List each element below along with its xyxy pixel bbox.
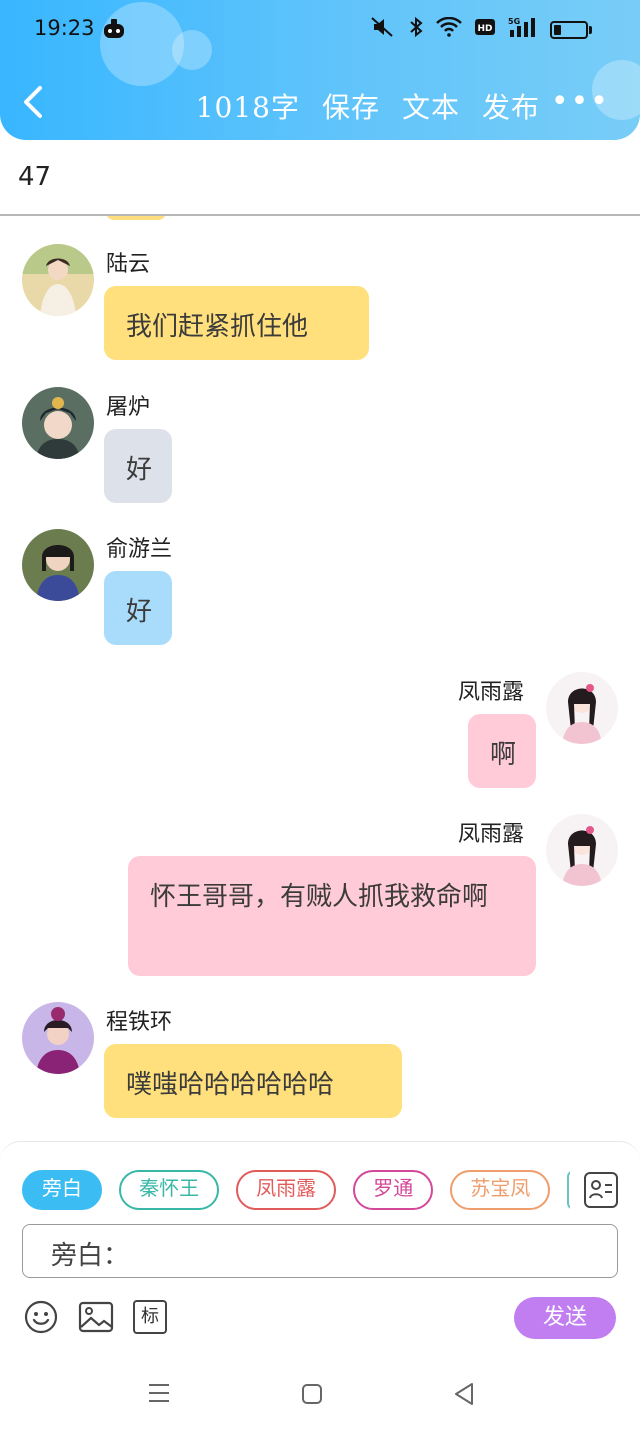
message-text: 噗嗤哈哈哈哈哈哈 — [126, 1070, 335, 1100]
menu-button[interactable] — [147, 1382, 171, 1408]
save-button[interactable]: 保存 — [322, 86, 380, 126]
sender-name: 程铁环 — [106, 1010, 173, 1035]
chapter-number: 47 — [18, 162, 52, 192]
sender-name: 俞游兰 — [106, 537, 173, 562]
avatar[interactable] — [22, 387, 94, 459]
character-portrait-icon — [546, 814, 618, 886]
image-icon — [78, 1301, 114, 1333]
role-chip-partial[interactable] — [567, 1170, 570, 1210]
character-list-button[interactable] — [584, 1172, 618, 1208]
send-button[interactable]: 发送 — [514, 1297, 616, 1339]
mute-icon — [370, 16, 396, 43]
publish-button[interactable]: 发布 — [482, 86, 540, 126]
smiley-icon — [24, 1300, 58, 1334]
message-bubble[interactable]: 噗嗤哈哈哈哈哈哈 — [104, 1044, 402, 1118]
avatar[interactable] — [546, 672, 618, 744]
more-options-button[interactable]: ••• — [551, 84, 610, 119]
message-text: 好 — [126, 455, 153, 485]
message-text: 好 — [126, 597, 153, 627]
message-text: 怀王哥哥，有贼人抓我救命啊 — [150, 882, 489, 912]
svg-text:HD: HD — [477, 24, 492, 34]
battery-icon — [550, 20, 592, 39]
chapter-title-field[interactable]: 47 — [0, 140, 640, 216]
message-text: 我们赶紧抓住他 — [126, 312, 309, 342]
wifi-icon — [436, 16, 462, 42]
app-notification-icon — [102, 18, 126, 44]
role-chip[interactable]: 罗通 — [353, 1170, 434, 1210]
avatar[interactable] — [22, 1002, 94, 1074]
hd-icon: HD — [474, 18, 496, 41]
text-button[interactable]: 文本 — [402, 86, 460, 126]
system-navigation-bar — [0, 1354, 640, 1433]
role-selector: 旁白 秦怀王 凤雨露 罗通 苏宝凤 — [22, 1170, 570, 1212]
message-bubble[interactable]: 好 — [104, 571, 172, 645]
character-portrait-icon — [22, 244, 94, 316]
more-dots-icon: ••• — [550, 84, 610, 119]
input-placeholder: 旁白： — [51, 1241, 130, 1271]
sender-name: 陆云 — [106, 252, 151, 277]
message-input[interactable]: 旁白： — [22, 1224, 618, 1278]
character-portrait-icon — [22, 1002, 94, 1074]
home-square-icon — [302, 1384, 322, 1404]
message-bubble[interactable]: 怀王哥哥，有贼人抓我救命啊 — [128, 856, 536, 976]
sender-name: 凤雨露 — [458, 822, 525, 847]
message-bubble[interactable]: 我们赶紧抓住他 — [104, 286, 369, 360]
menu-icon — [149, 1384, 169, 1402]
role-chip-narrator[interactable]: 旁白 — [22, 1170, 102, 1210]
role-chip[interactable]: 苏宝凤 — [450, 1170, 551, 1210]
top-bar: 19:23 HD 5G 1018字 保存 文本 发布 ••• — [0, 0, 640, 140]
previous-message-edge — [106, 216, 166, 220]
marker-label: 标 — [141, 1306, 159, 1327]
message-bubble[interactable]: 啊 — [468, 714, 536, 788]
character-portrait-icon — [22, 387, 94, 459]
role-chip[interactable]: 秦怀王 — [119, 1170, 220, 1210]
image-button[interactable] — [78, 1300, 114, 1334]
compose-panel: 旁白 秦怀王 凤雨露 罗通 苏宝凤 旁白： 标 发送 — [0, 1141, 640, 1354]
cellular-signal-icon: 5G — [508, 16, 538, 43]
sender-name: 凤雨露 — [458, 680, 525, 705]
chevron-left-icon — [24, 86, 42, 118]
back-nav-button[interactable] — [452, 1381, 478, 1411]
marker-button[interactable]: 标 — [133, 1300, 167, 1334]
role-chip[interactable]: 凤雨露 — [236, 1170, 337, 1210]
sender-name: 屠炉 — [106, 395, 151, 420]
back-triangle-icon — [455, 1383, 473, 1405]
character-portrait-icon — [22, 529, 94, 601]
character-portrait-icon — [546, 672, 618, 744]
back-button[interactable] — [20, 84, 56, 128]
status-bar: 19:23 HD 5G — [0, 0, 640, 58]
emoji-button[interactable] — [24, 1300, 58, 1334]
svg-text:5G: 5G — [508, 17, 520, 26]
home-button[interactable] — [300, 1382, 324, 1410]
message-text: 啊 — [490, 740, 517, 770]
message-bubble[interactable]: 好 — [104, 429, 172, 503]
chat-area[interactable]: 陆云 我们赶紧抓住他 屠炉 好 俞游兰 好 凤雨露 啊 凤雨露 怀王哥哥，有贼人… — [0, 216, 640, 1141]
clock: 19:23 — [34, 16, 95, 40]
avatar[interactable] — [22, 244, 94, 316]
avatar[interactable] — [22, 529, 94, 601]
contact-card-icon — [589, 1180, 612, 1199]
avatar[interactable] — [546, 814, 618, 886]
word-count: 1018字 — [195, 91, 300, 124]
bluetooth-icon — [408, 16, 424, 43]
